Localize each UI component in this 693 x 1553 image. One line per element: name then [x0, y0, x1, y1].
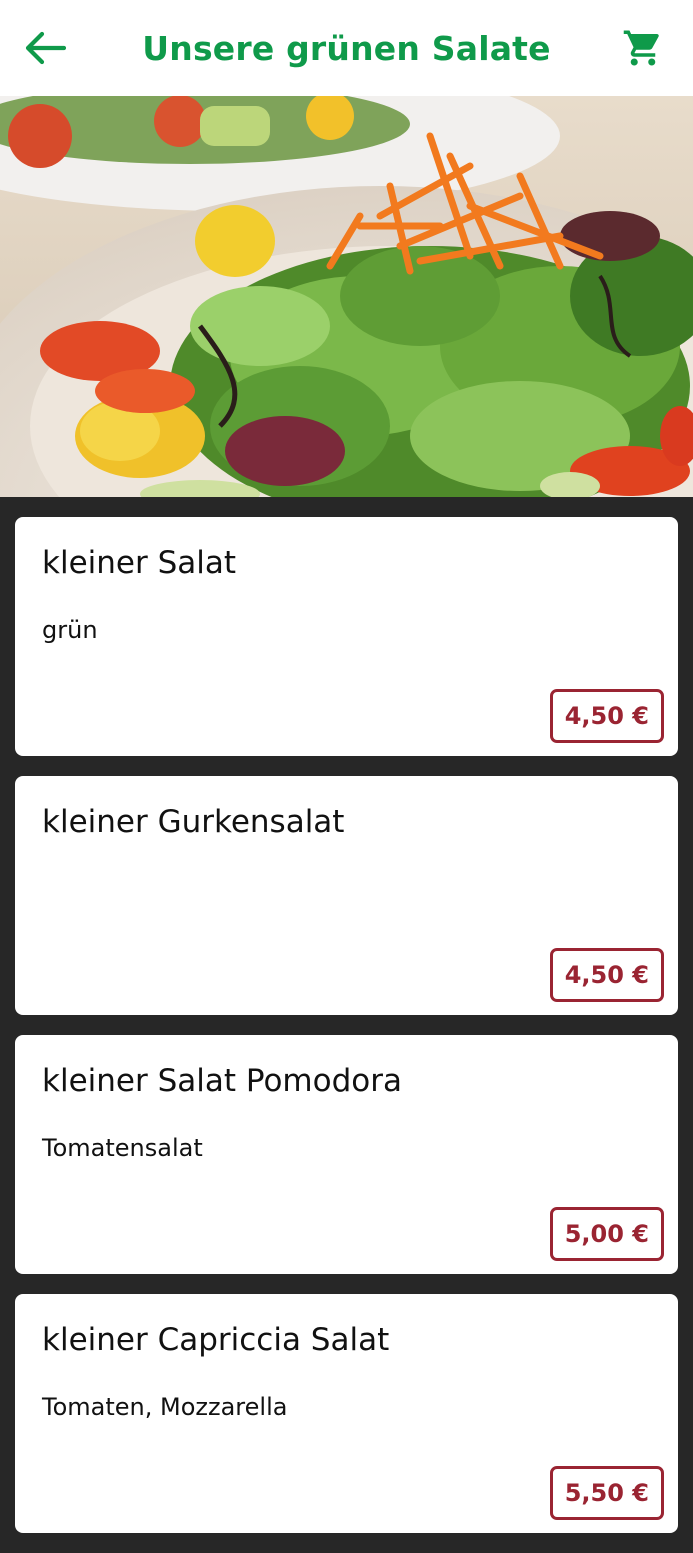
cart-button[interactable]	[619, 24, 667, 72]
page-title: Unsere grünen Salate	[142, 28, 551, 68]
menu-item-card[interactable]: kleiner Capriccia Salat Tomaten, Mozzare…	[15, 1294, 678, 1533]
menu-item-title: kleiner Salat Pomodora	[42, 1063, 402, 1099]
salad-photo	[0, 96, 693, 497]
price-button[interactable]: 5,50 €	[549, 1466, 664, 1520]
hero-image	[0, 96, 693, 497]
menu-item-description: grün	[42, 616, 98, 645]
menu-item-title: kleiner Salat	[42, 545, 237, 581]
arrow-left-icon	[25, 31, 66, 65]
price-button[interactable]: 4,50 €	[549, 689, 664, 743]
back-button[interactable]	[22, 26, 68, 70]
price-button[interactable]: 4,50 €	[549, 948, 664, 1002]
app-bar: Unsere grünen Salate	[0, 0, 693, 96]
salad-list: kleiner Salat grün 4,50 € kleiner Gurken…	[15, 517, 678, 1553]
menu-item-description: Tomatensalat	[42, 1134, 203, 1163]
menu-item-card[interactable]: kleiner Salat Pomodora Tomatensalat 5,00…	[15, 1035, 678, 1274]
shopping-cart-icon	[623, 30, 659, 66]
menu-item-card[interactable]: kleiner Salat grün 4,50 €	[15, 517, 678, 756]
price-button[interactable]: 5,00 €	[549, 1207, 664, 1261]
menu-item-card[interactable]: kleiner Gurkensalat 4,50 €	[15, 776, 678, 1015]
menu-item-title: kleiner Capriccia Salat	[42, 1322, 390, 1358]
menu-item-description: Tomaten, Mozzarella	[42, 1393, 288, 1422]
menu-item-title: kleiner Gurkensalat	[42, 804, 345, 840]
